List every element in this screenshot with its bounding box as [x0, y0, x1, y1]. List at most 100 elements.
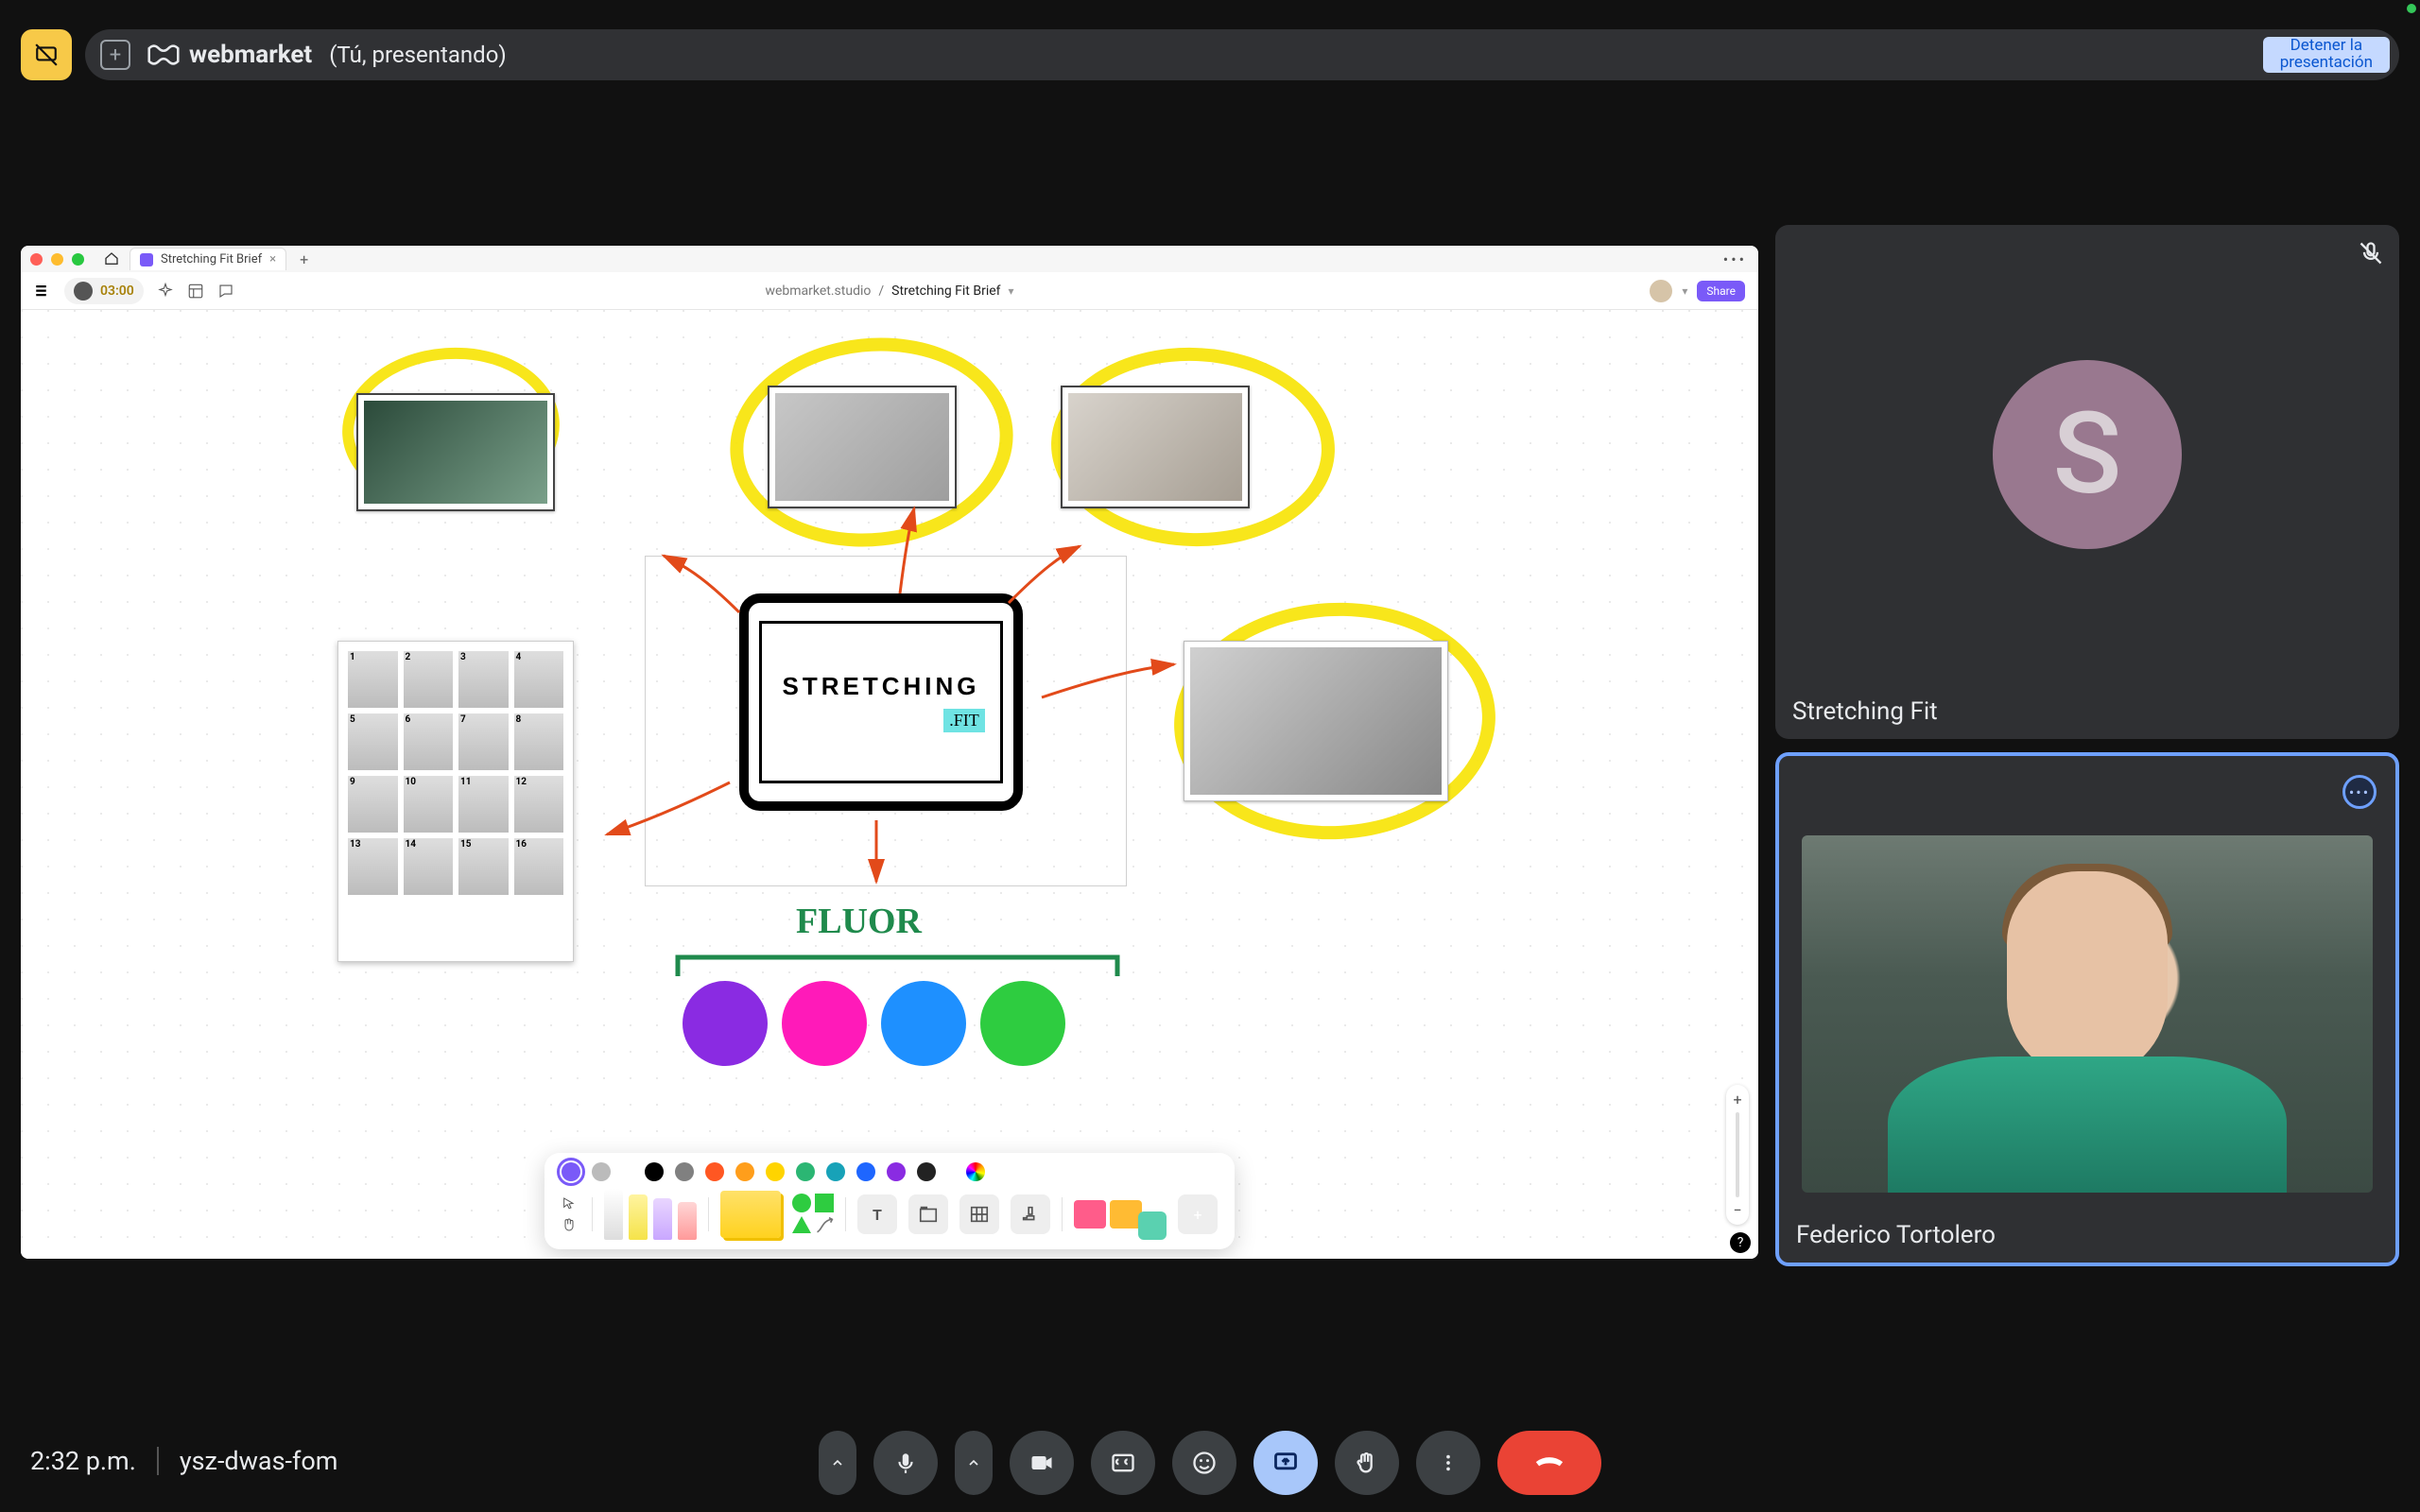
- poster-cell: 8: [514, 713, 564, 770]
- stop-presenting-button[interactable]: Detener la presentación: [2263, 37, 2390, 73]
- tab-close-icon[interactable]: ×: [269, 252, 276, 266]
- exercise-poster[interactable]: 12345678910111213141516: [337, 641, 574, 962]
- tool-row: T +: [562, 1189, 1218, 1240]
- table-tool[interactable]: [959, 1194, 999, 1234]
- color-swatch[interactable]: [645, 1162, 664, 1181]
- stickers-tool[interactable]: [1074, 1200, 1142, 1228]
- color-swatch[interactable]: [705, 1162, 724, 1181]
- color-swatch[interactable]: [887, 1162, 906, 1181]
- tab-title: Stretching Fit Brief: [161, 252, 262, 266]
- sparkle-icon[interactable]: [157, 283, 174, 300]
- raise-hand-button[interactable]: [1335, 1431, 1399, 1495]
- figjam-canvas[interactable]: STRETCHING .FIT 12345678910111213141516: [21, 310, 1758, 1259]
- zoom-out-icon[interactable]: −: [1733, 1201, 1741, 1219]
- text-tool[interactable]: T: [857, 1194, 897, 1234]
- shapes-tool[interactable]: [792, 1194, 834, 1235]
- brand-logo-icon: [147, 43, 180, 67]
- window-menu-button[interactable]: •••: [1723, 250, 1747, 268]
- color-swatch[interactable]: [675, 1162, 694, 1181]
- present-screen-button[interactable]: [1253, 1431, 1318, 1495]
- close-icon[interactable]: [30, 253, 43, 266]
- zoom-icon[interactable]: [72, 253, 84, 266]
- emoji-icon: [1191, 1450, 1218, 1476]
- new-tab-button[interactable]: +: [300, 250, 308, 268]
- color-swatch-row: [562, 1162, 1218, 1181]
- participant-tile[interactable]: S Stretching Fit: [1775, 225, 2399, 739]
- poster-cell: 10: [404, 776, 454, 833]
- tab-stretching-brief[interactable]: Stretching Fit Brief ×: [130, 248, 286, 270]
- color-swatch[interactable]: [796, 1162, 815, 1181]
- image-card[interactable]: [768, 386, 957, 508]
- crumb-workspace[interactable]: webmarket.studio: [765, 284, 871, 299]
- poster-cell: 13: [348, 838, 398, 895]
- main-menu-icon[interactable]: [34, 283, 51, 300]
- tile-options-button[interactable]: •••: [2342, 775, 2377, 809]
- end-call-button[interactable]: [1497, 1431, 1601, 1495]
- comment-icon[interactable]: [217, 283, 234, 300]
- shared-window: Stretching Fit Brief × + ••• 03:00 webma…: [21, 246, 1758, 1259]
- zoom-track[interactable]: [1736, 1112, 1739, 1197]
- more-vertical-icon: [1438, 1452, 1459, 1473]
- breadcrumb: webmarket.studio / Stretching Fit Brief …: [765, 284, 1013, 299]
- chevron-up-icon: [830, 1455, 845, 1470]
- zoom-in-icon[interactable]: +: [1733, 1091, 1741, 1108]
- color-swatch[interactable]: [856, 1162, 875, 1181]
- sticky-note-tool[interactable]: [720, 1191, 781, 1238]
- crumb-file[interactable]: Stretching Fit Brief: [891, 284, 1000, 299]
- clock-time: 2:32 p.m.: [30, 1446, 136, 1476]
- mic-button[interactable]: [873, 1431, 938, 1495]
- chevron-down-icon[interactable]: ▾: [1009, 284, 1014, 298]
- meeting-code[interactable]: ysz-dwas-fom: [180, 1446, 338, 1476]
- more-options-button[interactable]: [1416, 1431, 1480, 1495]
- share-button[interactable]: Share: [1697, 281, 1745, 301]
- hand-tool-icon[interactable]: [562, 1217, 577, 1232]
- timer-pill[interactable]: 03:00: [64, 278, 144, 304]
- reactions-button[interactable]: [1172, 1431, 1236, 1495]
- pencil-tool[interactable]: [604, 1189, 623, 1240]
- present-toggle-button[interactable]: [21, 29, 72, 80]
- color-swatch[interactable]: [766, 1162, 785, 1181]
- add-window-button[interactable]: +: [100, 40, 130, 70]
- highlighter-tool[interactable]: [629, 1194, 648, 1240]
- color-swatch[interactable]: [917, 1162, 936, 1181]
- palette-dot[interactable]: [980, 981, 1065, 1066]
- color-swatch[interactable]: [562, 1162, 580, 1181]
- markers-group: [604, 1189, 697, 1240]
- help-button[interactable]: ?: [1730, 1232, 1751, 1253]
- templates-icon[interactable]: [187, 283, 204, 300]
- traffic-lights: [30, 253, 84, 266]
- minimize-icon[interactable]: [51, 253, 63, 266]
- home-button[interactable]: [101, 249, 122, 269]
- collaborator-avatar[interactable]: [1650, 280, 1672, 302]
- selection-frame: [645, 556, 1127, 886]
- color-wheel-icon[interactable]: [966, 1162, 985, 1181]
- image-card[interactable]: [1184, 641, 1448, 801]
- more-tools[interactable]: +: [1178, 1194, 1218, 1234]
- hangup-icon: [1530, 1444, 1568, 1482]
- figjam-icon: [140, 253, 153, 266]
- zoom-control[interactable]: + −: [1726, 1085, 1749, 1225]
- poster-cell: 11: [458, 776, 509, 833]
- eraser-tool[interactable]: [678, 1202, 697, 1240]
- image-card[interactable]: [1061, 386, 1250, 508]
- image-card[interactable]: [356, 393, 555, 511]
- sticker-icon: [1138, 1211, 1167, 1240]
- participant-tile-self[interactable]: ••• Federico Tortolero: [1775, 752, 2399, 1266]
- color-swatch[interactable]: [592, 1162, 611, 1181]
- pointer-tool-icon[interactable]: [562, 1196, 577, 1211]
- avatar-chevron-icon[interactable]: ▾: [1682, 284, 1687, 298]
- marker-tool[interactable]: [653, 1198, 672, 1240]
- captions-button[interactable]: [1091, 1431, 1155, 1495]
- camera-options-button[interactable]: [955, 1431, 993, 1495]
- palette-dot[interactable]: [683, 981, 768, 1066]
- mic-options-button[interactable]: [819, 1431, 856, 1495]
- color-swatch[interactable]: [735, 1162, 754, 1181]
- stamp-tool[interactable]: [1011, 1194, 1050, 1234]
- color-swatch[interactable]: [826, 1162, 845, 1181]
- camera-button[interactable]: [1010, 1431, 1074, 1495]
- poster-cell: 6: [404, 713, 454, 770]
- palette-dot[interactable]: [881, 981, 966, 1066]
- topbar: + webmarket (Tú, presentando) Detener la…: [21, 21, 2399, 89]
- section-tool[interactable]: [908, 1194, 948, 1234]
- palette-dot[interactable]: [782, 981, 867, 1066]
